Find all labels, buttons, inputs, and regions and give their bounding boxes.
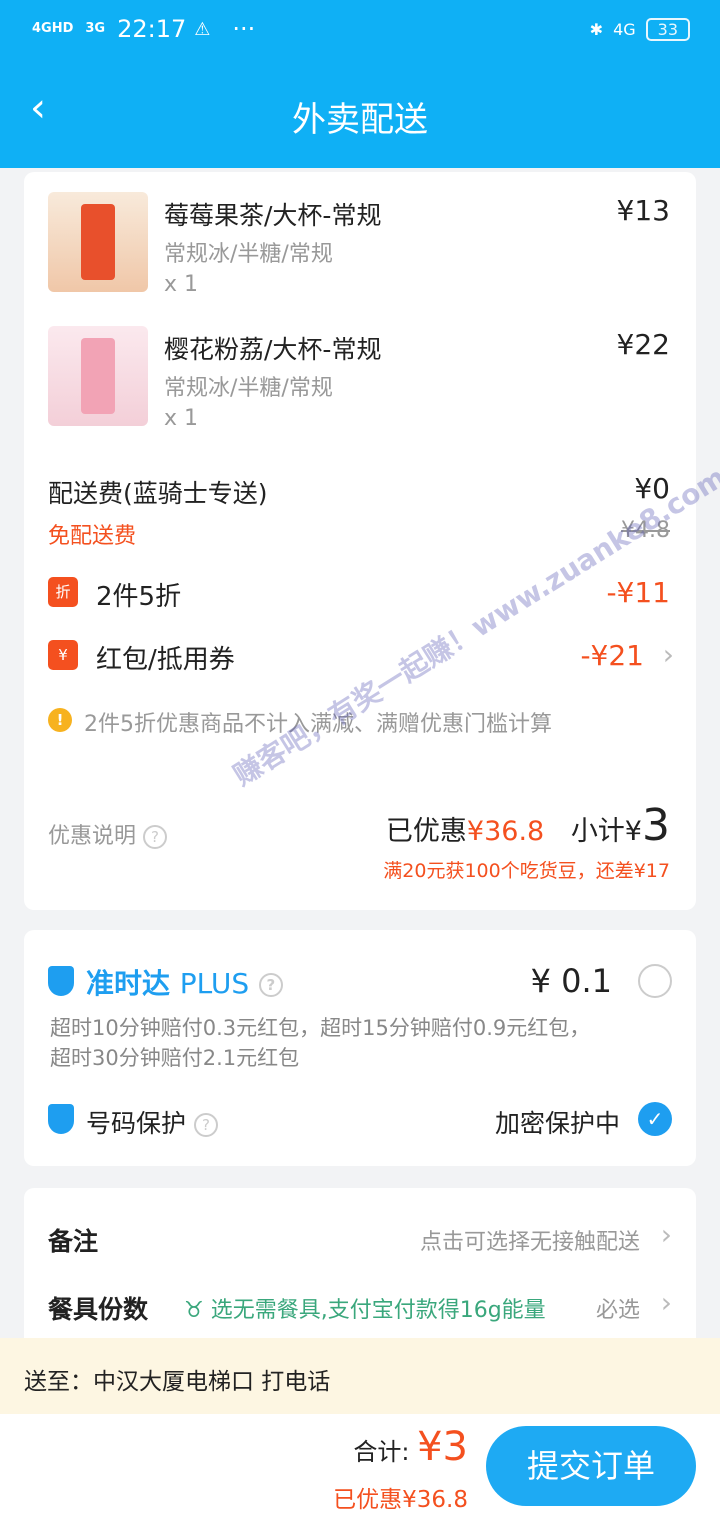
coupon-amount: -¥21 — [580, 639, 644, 672]
coupon-icon: ¥ — [48, 640, 78, 670]
signal-1: 4GHD — [32, 21, 74, 36]
more-icon: ··· — [232, 15, 256, 43]
address-bar: 送至：中汉大厦电梯口 打电话 — [0, 1338, 720, 1414]
shield-clock-icon — [48, 966, 74, 996]
submit-order-button[interactable]: 提交订单 — [486, 1426, 696, 1506]
status-bar: 4GHD 3G 22:17 ⚠ ··· ✱ 4G 33 — [32, 12, 690, 46]
discount-explain[interactable]: 优惠说明 ? — [48, 818, 168, 850]
phone-shield-icon — [48, 1104, 74, 1134]
remark-hint: 点击可选择无接触配送 — [419, 1230, 640, 1255]
help-icon: ? — [143, 825, 168, 849]
subtotal: 已优惠¥36.8 小计¥3 — [386, 800, 670, 851]
ontime-label: 准时达 — [86, 967, 171, 1000]
signal-2: 3G — [85, 21, 106, 36]
discount-label: 2件5折 — [96, 582, 182, 612]
chevron-right-icon: › — [660, 1218, 672, 1251]
item-qty: x 1 — [164, 272, 199, 297]
subtotal-label: 小计¥ — [570, 816, 642, 847]
ontime-price: ¥ 0.1 — [530, 962, 612, 1000]
footer-bar: 合计: ¥3 已优惠¥36.8 提交订单 — [0, 1414, 720, 1520]
battery-icon: 33 — [645, 17, 690, 41]
privacy-label: 号码保护 — [86, 1109, 187, 1138]
header: 4GHD 3G 22:17 ⚠ ··· ✱ 4G 33 ‹ 外卖配送 — [0, 0, 720, 168]
privacy-status: 加密保护中 — [494, 1109, 620, 1138]
privacy-checkbox[interactable]: ✓ — [638, 1102, 672, 1136]
services-card: 准时达 PLUS ? ¥ 0.1 超时10分钟赔付0.3元红包，超时15分钟赔付… — [24, 930, 696, 1166]
saved-amount: ¥36.8 — [466, 816, 545, 847]
total-label: 合计: — [353, 1438, 410, 1466]
subtotal-value: 3 — [642, 800, 670, 851]
chevron-right-icon: › — [662, 638, 674, 671]
bluetooth-icon: ✱ — [589, 19, 604, 39]
item-spec: 常规冰/半糖/常规 — [164, 376, 333, 401]
remark-label: 备注 — [48, 1227, 99, 1256]
item-price: ¥13 — [616, 194, 670, 227]
footer-saved: 已优惠¥36.8 — [333, 1487, 468, 1513]
item-qty: x 1 — [164, 406, 199, 431]
privacy-title: 号码保护 ? — [86, 1104, 218, 1140]
eco-text: 选无需餐具,支付宝付款得16g能量 — [210, 1298, 546, 1323]
item-name: 樱花粉荔/大杯-常规 — [164, 335, 382, 364]
delivery-fee-label: 配送费(蓝骑士专送) — [48, 479, 268, 508]
help-icon: ? — [258, 973, 283, 997]
discount-icon: 折 — [48, 577, 78, 607]
item-image — [48, 192, 148, 292]
address-text: 送至：中汉大厦电梯口 打电话 — [24, 1369, 331, 1395]
plus-label: PLUS — [179, 967, 250, 1000]
clock: 22:17 — [117, 15, 187, 43]
required-label: 必选 — [595, 1298, 640, 1323]
discount-amount: -¥11 — [606, 576, 670, 609]
info-icon: ! — [48, 708, 72, 732]
saved-label: 已优惠 — [385, 816, 467, 847]
total-value: ¥3 — [417, 1424, 468, 1470]
total: 合计: ¥3 — [353, 1424, 468, 1470]
chevron-right-icon: › — [660, 1286, 672, 1319]
page-title: 外卖配送 — [292, 100, 428, 140]
ontime-checkbox[interactable] — [638, 964, 672, 998]
item-name: 莓莓果茶/大杯-常规 — [164, 201, 382, 230]
ontime-title: 准时达 PLUS ? — [86, 962, 283, 1002]
tableware-label: 餐具份数 — [48, 1295, 149, 1324]
free-delivery-label: 免配送费 — [48, 524, 137, 549]
explain-label: 优惠说明 — [48, 824, 137, 849]
item-image — [48, 326, 148, 426]
help-icon: ? — [193, 1113, 218, 1137]
ontime-desc: 超时10分钟赔付0.3元红包，超时15分钟赔付0.9元红包， — [50, 1016, 591, 1040]
leaf-icon: ♉︎ — [184, 1298, 204, 1323]
signal-3: 4G — [613, 19, 636, 39]
warning-icon: ⚠ — [194, 18, 211, 40]
ontime-desc: 超时30分钟赔付2.1元红包 — [50, 1046, 300, 1070]
coupon-label: 红包/抵用券 — [96, 645, 235, 675]
promo-text: 满20元获100个吃货豆，还差¥17 — [383, 860, 670, 882]
options-card: 备注 点击可选择无接触配送 › 餐具份数 ♉︎ 选无需餐具,支付宝付款得16g能… — [24, 1188, 696, 1358]
eco-hint: ♉︎ 选无需餐具,支付宝付款得16g能量 — [184, 1292, 546, 1324]
item-spec: 常规冰/半糖/常规 — [164, 242, 333, 267]
item-price: ¥22 — [616, 328, 670, 361]
